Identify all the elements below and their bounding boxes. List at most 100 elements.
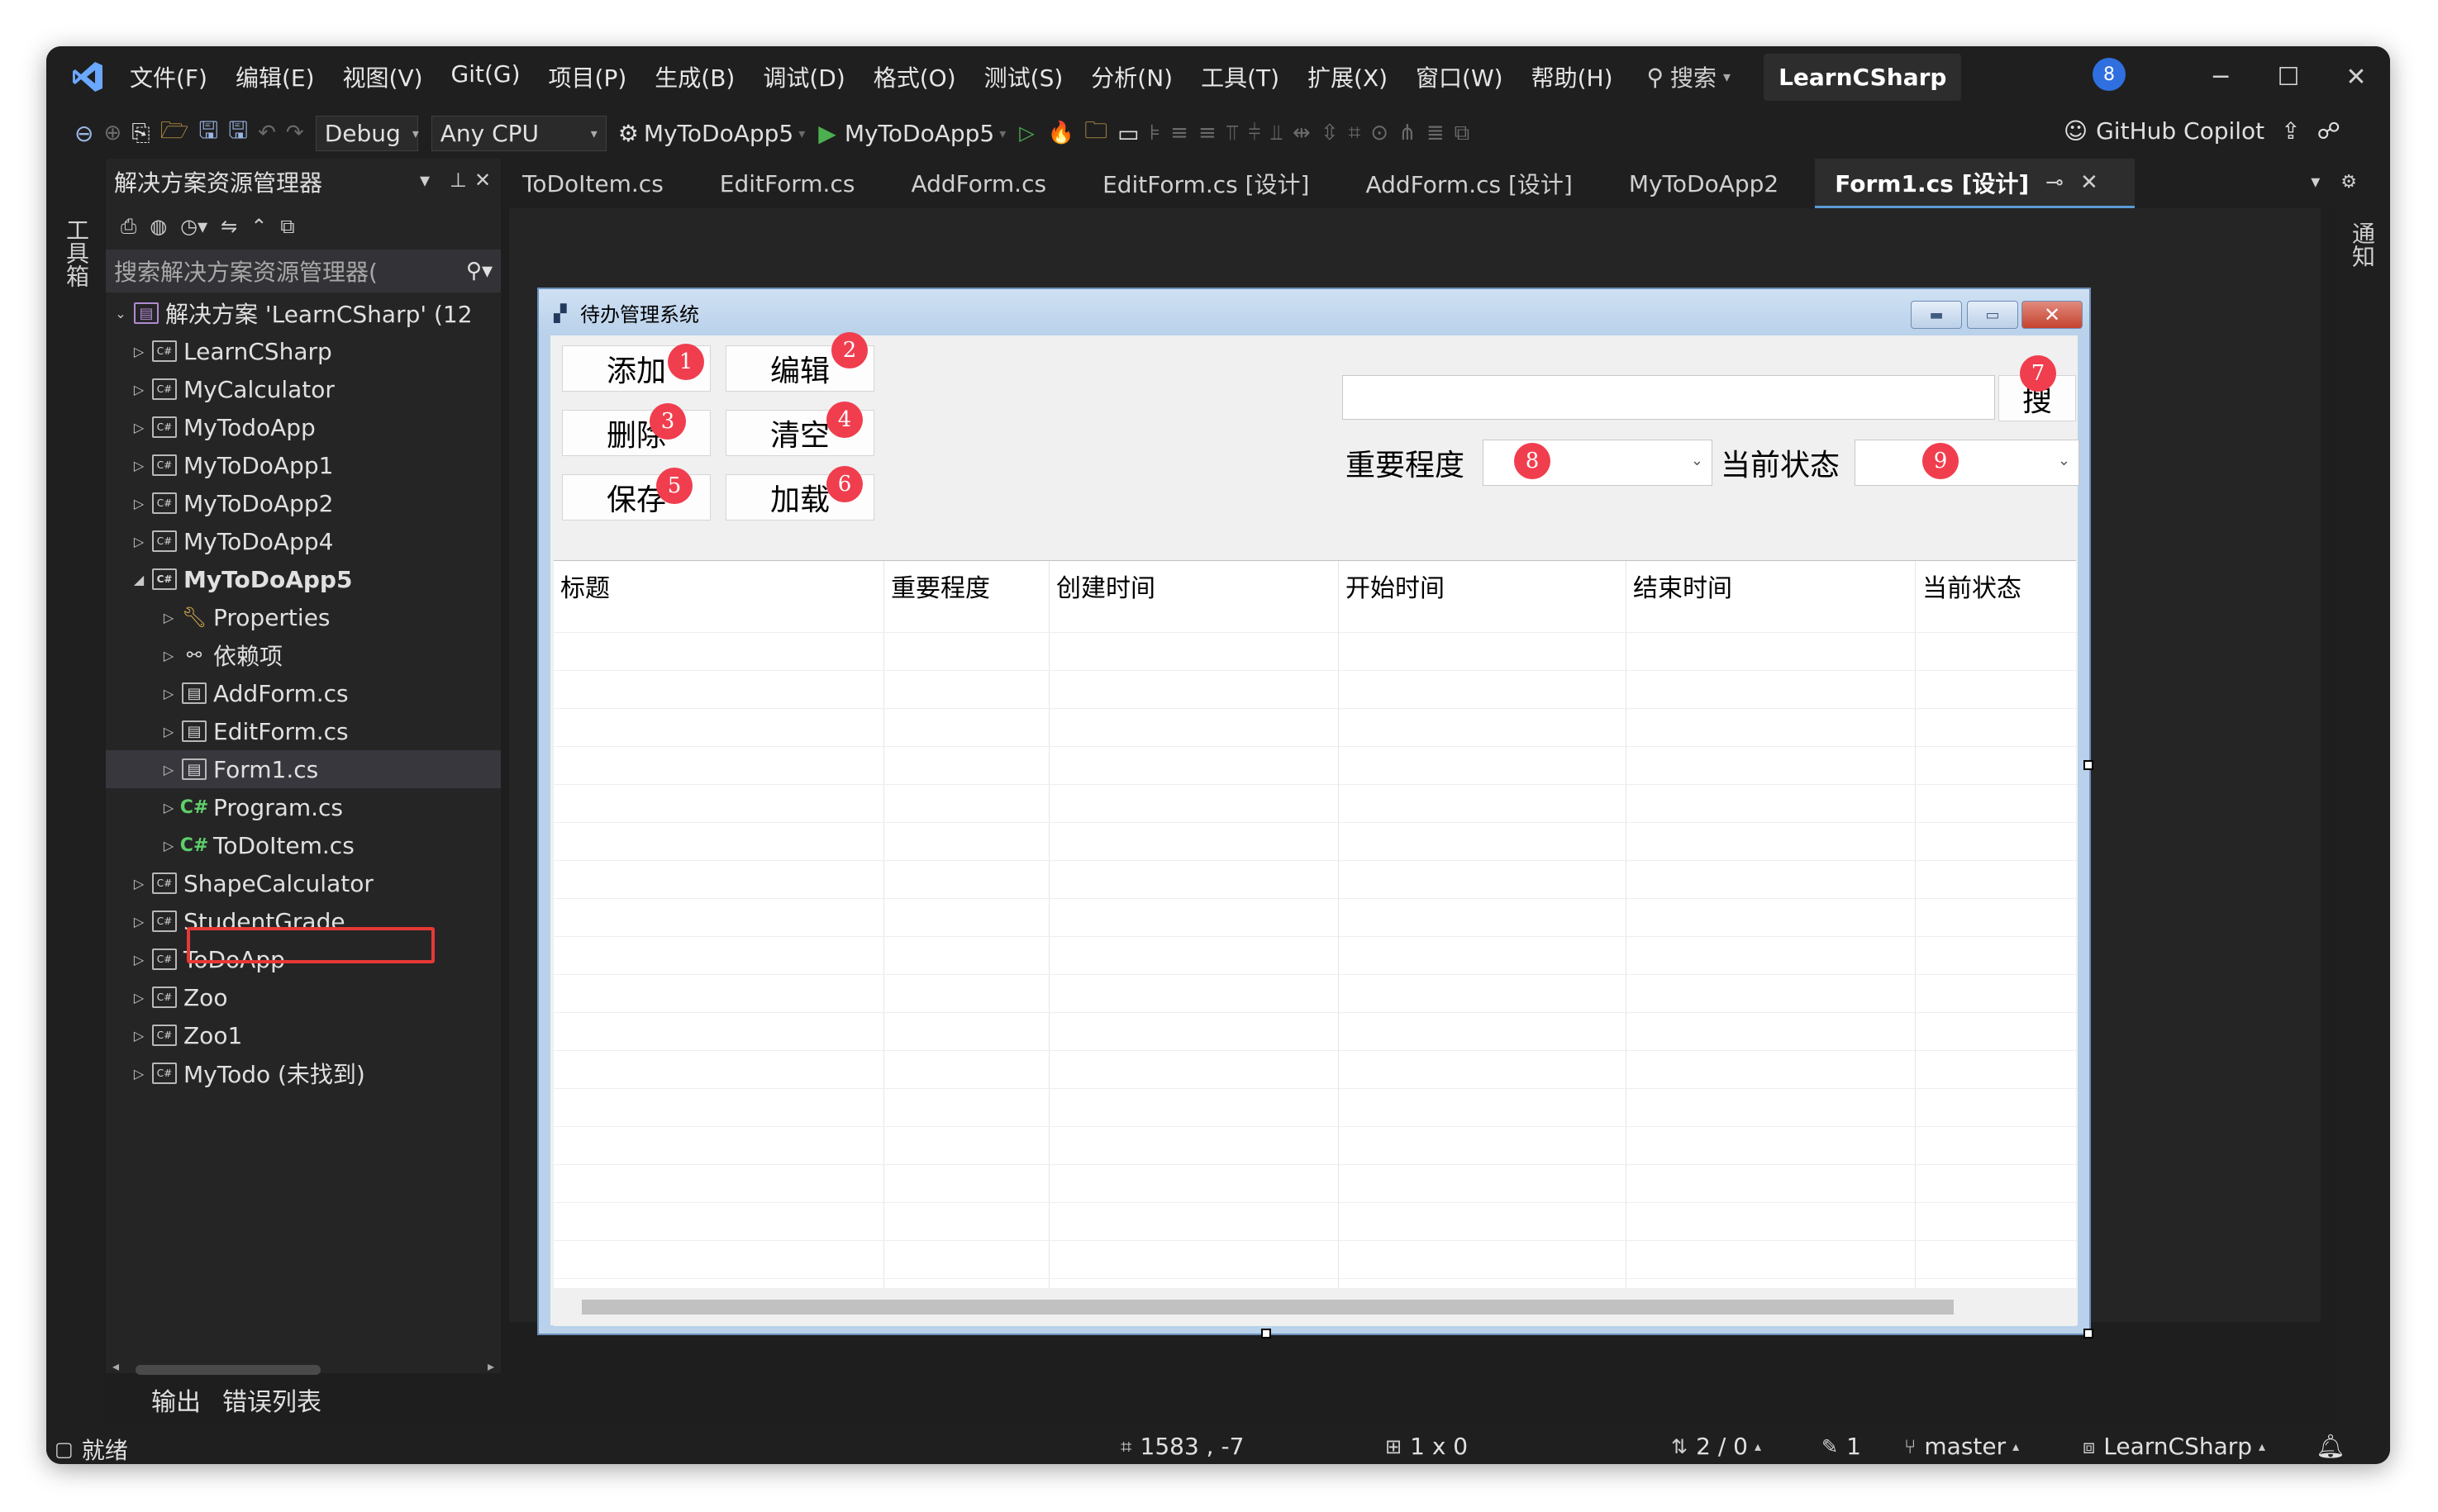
expand-arrow-icon[interactable]: ▷ <box>129 1028 149 1044</box>
menu-git[interactable]: Git(G) <box>437 60 535 93</box>
expand-arrow-icon[interactable]: ▷ <box>129 496 149 511</box>
menu-build[interactable]: 生成(B) <box>640 60 749 93</box>
tree-item[interactable]: ▷ C# ShapeCalculator <box>106 864 501 902</box>
startup-project-select[interactable]: MyToDoApp5 <box>644 120 793 147</box>
tree-item[interactable]: ▷ C# MyTodo (未找到) <box>106 1054 501 1092</box>
winform-window[interactable]: ▞ 待办管理系统 ▬ ▭ ✕ 添加 1 编辑 2 删除 3 清空 4 保存 5 … <box>537 288 2091 1335</box>
expand-arrow-icon[interactable]: ▷ <box>129 534 149 549</box>
align-bottom-icon[interactable]: ⫫ <box>1270 121 1283 146</box>
chevron-down-icon[interactable]: ▾ <box>2311 172 2320 193</box>
tree-item[interactable]: ▷ ⚯ 依赖项 <box>106 636 501 674</box>
expand-arrow-icon[interactable]: ▷ <box>159 610 179 625</box>
menu-help[interactable]: 帮助(H) <box>1517 60 1627 93</box>
expanded-arrow-icon[interactable]: ◢ <box>129 572 149 587</box>
tree-item[interactable]: ▷ C# MyToDoApp4 <box>106 522 501 560</box>
save-all-icon[interactable]: 🖫 <box>228 113 248 153</box>
menu-extensions[interactable]: 扩展(X) <box>1293 60 1402 93</box>
align-left-icon[interactable]: ⊧ <box>1150 121 1161 145</box>
tree-item[interactable]: ▷ C# MyCalculator <box>106 370 501 408</box>
configuration-select[interactable]: Debug ▾ <box>315 115 419 151</box>
hot-reload-icon[interactable]: 🔥 <box>1048 121 1074 145</box>
maximize-icon[interactable]: ▭ <box>1967 301 2018 329</box>
pin-icon[interactable]: ⊥ <box>450 169 467 192</box>
notifications-tab[interactable]: 通知 <box>2345 221 2378 268</box>
start-debugging-button[interactable]: MyToDoApp5 <box>845 120 994 147</box>
close-icon[interactable]: ✕ <box>2021 301 2083 329</box>
column-header-status[interactable]: 当前状态 <box>1922 568 2021 604</box>
close-icon[interactable]: ✕ <box>2336 56 2377 97</box>
feedback-icon[interactable]: ☍ <box>2317 117 2340 145</box>
menu-debug[interactable]: 调试(D) <box>749 60 859 93</box>
menu-project[interactable]: 项目(P) <box>535 60 641 93</box>
switch-views-icon[interactable]: ⎙ <box>121 215 136 238</box>
column-header-end[interactable]: 结束时间 <box>1633 568 1732 604</box>
expand-arrow-icon[interactable]: ▷ <box>159 648 179 663</box>
forward-icon[interactable]: ⊕ <box>103 121 121 145</box>
scrollbar-thumb[interactable] <box>582 1300 1954 1315</box>
horizontal-spacing-icon[interactable]: ⋔ <box>1398 121 1417 145</box>
chevron-down-icon[interactable]: ▾ <box>798 126 805 141</box>
close-icon[interactable]: ✕ <box>474 169 491 192</box>
tree-item[interactable]: ▷ ▤ AddForm.cs <box>106 674 501 712</box>
open-file-icon[interactable]: 🗀 <box>1084 113 1107 153</box>
expand-arrow-icon[interactable]: ▷ <box>129 344 149 359</box>
size-to-grid-icon[interactable]: ⌗ <box>1349 121 1361 146</box>
expand-arrow-icon[interactable]: ▷ <box>129 914 149 930</box>
tab-mytodoapp2[interactable]: MyToDoApp2 <box>1609 159 1815 208</box>
delete-button[interactable]: 删除 <box>562 410 711 456</box>
tree-item[interactable]: ▷ 🔧︎ Properties <box>106 598 501 636</box>
close-icon[interactable]: ✕ <box>2080 170 2098 195</box>
expand-arrow-icon[interactable]: ▷ <box>129 458 149 473</box>
github-copilot-button[interactable]: ☺ GitHub Copilot ⇪ ☍ <box>2064 117 2340 145</box>
status-edits[interactable]: ✎ 1 <box>1821 1433 1861 1460</box>
minimize-icon[interactable]: ▬ <box>1911 301 1962 329</box>
status-repo[interactable]: ⧈ LearnCSharp ▴ <box>2083 1433 2274 1460</box>
start-without-debugging-icon[interactable]: ▷ <box>1019 121 1034 145</box>
collapse-all-icon[interactable]: ⌃ <box>250 215 267 238</box>
tab-output[interactable]: 输出 <box>106 1381 211 1418</box>
tab-addform-design[interactable]: AddForm.cs [设计] <box>1345 159 1608 208</box>
global-search[interactable]: ⚲ 搜索 ▾ <box>1647 60 1731 93</box>
menu-test[interactable]: 测试(S) <box>970 60 1078 93</box>
zoom-icon[interactable]: ⊙ <box>1370 121 1388 145</box>
solution-root[interactable]: ⌄ ▤ 解决方案 'LearnCSharp' (12 <box>106 294 501 332</box>
expand-arrow-icon[interactable]: ▷ <box>159 800 179 815</box>
expand-arrow-icon[interactable]: ▷ <box>129 420 149 435</box>
resize-handle-right[interactable] <box>2083 760 2093 770</box>
menu-format[interactable]: 格式(O) <box>859 60 970 93</box>
toolbox-tab[interactable]: 工具箱 <box>60 218 93 288</box>
align-right-icon[interactable]: ≡ <box>1198 121 1217 145</box>
chevron-down-icon[interactable]: ⌄ <box>111 306 131 321</box>
tab-error-list[interactable]: 错误列表 <box>211 1381 331 1418</box>
menu-edit[interactable]: 编辑(E) <box>221 60 329 93</box>
minimize-icon[interactable]: ─ <box>2200 56 2241 97</box>
notification-badge[interactable]: 8 <box>2093 58 2126 91</box>
todo-data-grid[interactable]: 标题 重要程度 创建时间 开始时间 结束时间 当前状态 <box>554 560 2076 1326</box>
status-select[interactable]: ⌄ <box>1855 440 2079 486</box>
column-header-start[interactable]: 开始时间 <box>1345 568 1445 604</box>
share-icon[interactable]: ⇪ <box>2281 117 2300 145</box>
menu-tools[interactable]: 工具(T) <box>1187 60 1293 93</box>
tab-todoitem-cs[interactable]: ToDoItem.cs <box>502 159 700 208</box>
chevron-down-icon[interactable]: ▾ <box>420 169 430 192</box>
tab-editform-design[interactable]: EditForm.cs [设计] <box>1083 159 1345 208</box>
expand-arrow-icon[interactable]: ▷ <box>159 838 179 853</box>
expand-arrow-icon[interactable]: ▷ <box>129 1066 149 1082</box>
platform-select[interactable]: Any CPU ▾ <box>431 115 607 151</box>
expand-arrow-icon[interactable]: ▷ <box>129 876 149 892</box>
expand-arrow-icon[interactable]: ▷ <box>159 724 179 739</box>
tree-item[interactable]: ▷ ▤ EditForm.cs <box>106 712 501 750</box>
chevron-down-icon[interactable]: ▾ <box>999 126 1006 141</box>
tab-addform-cs[interactable]: AddForm.cs <box>891 159 1083 208</box>
align-top-icon[interactable]: ⫪ <box>1226 121 1239 146</box>
expand-arrow-icon[interactable]: ▷ <box>159 686 179 701</box>
status-changes[interactable]: ⇅ 2 / 0 ▴ <box>1671 1433 1769 1460</box>
new-project-icon[interactable]: ⎘ <box>131 119 150 147</box>
tree-item[interactable]: ▷ C# MyToDoApp2 <box>106 484 501 522</box>
tree-item[interactable]: ▷ C# Zoo1 <box>106 1016 501 1054</box>
tree-item[interactable]: ◢ C# MyToDoApp5 <box>106 560 501 598</box>
grid-horizontal-scrollbar[interactable] <box>554 1288 2076 1326</box>
redo-icon[interactable]: ↷ <box>286 121 304 145</box>
tree-item[interactable]: ▷ C# LearnCSharp <box>106 332 501 370</box>
tab-editform-cs[interactable]: EditForm.cs <box>700 159 892 208</box>
